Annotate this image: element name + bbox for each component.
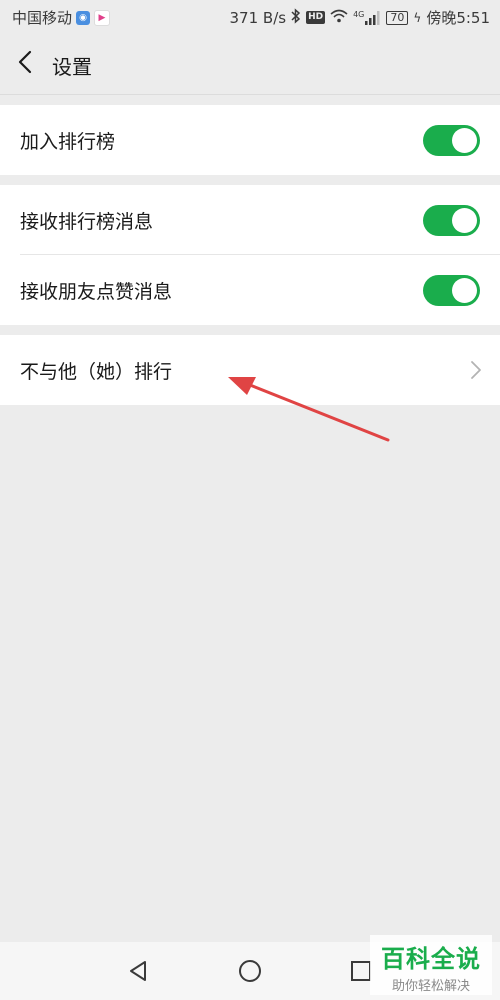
join-ranking-row[interactable]: 加入排行榜	[0, 105, 500, 175]
hd-badge: HD	[306, 11, 326, 24]
clock: 傍晚5:51	[426, 9, 490, 27]
ranking-messages-row[interactable]: 接收排行榜消息	[0, 185, 500, 255]
exclude-from-ranking-label: 不与他（她）排行	[20, 361, 173, 383]
net-speed: 371 B/s	[229, 8, 287, 27]
status-left: 中国移动 ◉ ▶	[12, 7, 111, 28]
network-type: 4G	[353, 9, 365, 19]
toggle-knob	[452, 128, 477, 153]
back-triangle-icon[interactable]	[125, 957, 153, 985]
friend-likes-label: 接收朋友点赞消息	[20, 281, 173, 303]
status-right: 371 B/s HD 4G 70 ϟ 傍晚5:51	[230, 7, 490, 28]
title-bar: 设置	[0, 34, 500, 95]
cell-signal-icon: 4G	[353, 9, 381, 25]
settings-group-exclude: 不与他（她）排行	[0, 335, 500, 405]
watermark: 百科全说 助你轻松解决	[370, 935, 492, 995]
settings-group-ranking: 加入排行榜	[0, 105, 500, 175]
video-app-badge-icon: ▶	[94, 9, 111, 26]
battery-icon: 70	[386, 10, 409, 25]
friend-likes-row[interactable]: 接收朋友点赞消息	[0, 255, 500, 325]
page-title: 设置	[52, 55, 92, 79]
join-ranking-toggle[interactable]	[423, 125, 480, 156]
ranking-messages-toggle[interactable]	[423, 205, 480, 236]
watermark-sub: 助你轻松解决	[391, 979, 470, 994]
wifi-icon	[330, 9, 348, 27]
carrier-name: 中国移动	[12, 9, 73, 27]
exclude-from-ranking-row[interactable]: 不与他（她）排行	[0, 335, 500, 405]
charging-icon: ϟ	[413, 10, 422, 25]
toggle-knob	[452, 278, 477, 303]
watermark-main: 百科全说	[381, 945, 481, 973]
home-circle-icon[interactable]	[236, 957, 264, 985]
ranking-messages-label: 接收排行榜消息	[20, 211, 154, 233]
settings-group-notifications: 接收排行榜消息 接收朋友点赞消息	[0, 185, 500, 325]
toggle-knob	[452, 208, 477, 233]
chevron-right-icon	[470, 360, 482, 380]
back-button[interactable]	[10, 48, 40, 80]
bluetooth-icon	[291, 7, 301, 28]
friend-likes-toggle[interactable]	[423, 275, 480, 306]
join-ranking-label: 加入排行榜	[20, 131, 116, 153]
battery-level: 70	[390, 10, 405, 24]
signal-app-badge-icon: ◉	[76, 10, 91, 25]
status-bar: 中国移动 ◉ ▶ 371 B/s HD 4G 70 ϟ 傍晚5:51	[0, 0, 500, 34]
chevron-left-icon	[18, 50, 32, 78]
